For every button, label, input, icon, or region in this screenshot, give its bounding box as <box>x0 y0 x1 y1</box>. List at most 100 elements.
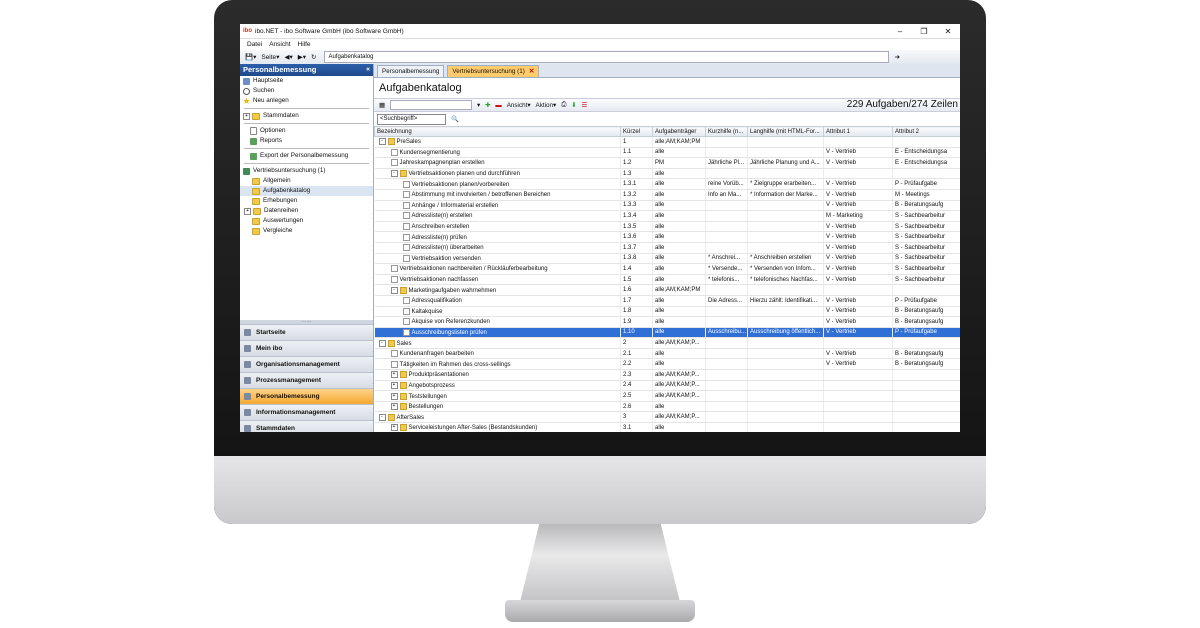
menu-ansicht[interactable]: Ansicht <box>269 41 290 48</box>
option-optionen[interactable]: Optionen <box>240 126 373 136</box>
outline-icon[interactable]: ☰ <box>582 102 588 109</box>
nav-item-4[interactable]: Personalbemessung <box>240 388 373 404</box>
table-row[interactable]: Kundensegmentierung 1.1 alle V - Vertrieb E … <box>374 147 960 159</box>
expand-icon[interactable]: + <box>243 112 250 120</box>
table-row[interactable]: Tätigkeiten im Rahmen des cross-sellings… <box>374 358 960 371</box>
expand-icon[interactable]: + <box>244 207 251 215</box>
forward-icon[interactable]: ▶▾ <box>298 53 306 61</box>
table-row[interactable]: + Bestellungen 2.6 alle <box>374 401 960 413</box>
tab-vertriebsuntersuchung[interactable]: Vertriebsuntersuchung (1) ✕ <box>447 65 540 77</box>
quick-hauptseite[interactable]: Hauptseite <box>240 76 373 86</box>
collapse-icon[interactable]: - <box>390 170 398 178</box>
table-row[interactable]: - AfterSales 3 alle;AM;KAM;P... <box>374 411 960 424</box>
table-row[interactable]: Vertriebsaktionen nachfassen 1.5 alle * tel… <box>374 274 960 286</box>
tree-item-vergleiche[interactable]: Vergleiche <box>240 226 373 236</box>
table-row[interactable]: Kundenanfragen bearbeiten 2.1 alle V - Vert… <box>374 348 960 360</box>
tree-stammdaten[interactable]: + Stammdaten <box>240 111 373 121</box>
app-logo: ibo <box>243 28 252 34</box>
table-row[interactable]: Anschreiben erstellen 1.3.5 alle V - Vertri… <box>374 221 960 233</box>
back-icon[interactable]: ◀▾ <box>284 53 292 61</box>
tree-item-erhebungen[interactable]: Erhebungen <box>240 196 373 206</box>
table-row[interactable]: Adressliste(n) überarbeiten 1.3.7 alle V - … <box>374 242 960 254</box>
export-item[interactable]: Export der Personalbemessung <box>240 151 373 161</box>
table-row[interactable]: Adressqualifikation 1.7 alle Die Adress... H… <box>374 295 960 307</box>
table-row[interactable]: - Sales 2 alle;AM;KAM;P... <box>374 337 960 349</box>
table-row[interactable]: Akquise von Referenzkunden 1.9 alle V - Ver… <box>374 316 960 328</box>
ansicht-button[interactable]: Ansicht ▾ <box>507 102 531 109</box>
expand-icon[interactable]: + <box>390 403 398 411</box>
table-cell: E - Entscheidungsa <box>892 157 960 169</box>
menu-hilfe[interactable]: Hilfe <box>298 41 311 48</box>
restore-icon[interactable]: ❐ <box>912 27 936 36</box>
view-icon[interactable]: ▦ <box>379 102 385 109</box>
table-row[interactable]: Anhänge / Informaterial erstellen 1.3.3 al… <box>374 200 960 212</box>
minimize-icon[interactable]: – <box>888 27 912 36</box>
table-row[interactable]: - Marketingaufgaben wahrnehmen 1.6 alle;AM;… <box>374 284 960 296</box>
table-row[interactable]: + Teststellungen 2.5 alle;AM;KAM;P... <box>374 390 960 402</box>
column-header[interactable]: Aufgabenträger <box>652 126 706 137</box>
nav-item-2[interactable]: Organisationsmanagement <box>240 356 373 372</box>
expand-icon[interactable]: + <box>390 392 398 400</box>
collapse-icon[interactable]: « <box>366 64 370 76</box>
table-row[interactable]: Abstimmung mit involvierten / betroffene… <box>374 189 960 201</box>
column-header[interactable]: Kürzel <box>620 126 653 137</box>
filter-icon[interactable]: ▾ <box>477 102 480 109</box>
refresh-icon[interactable]: ↻ <box>311 53 316 61</box>
tree-item-auswertungen[interactable]: Auswertungen <box>240 216 373 226</box>
option-reports[interactable]: Reports <box>240 136 373 146</box>
table-row[interactable]: Vertriebsaktion versenden 1.3.8 alle * Ansc… <box>374 253 960 265</box>
nav-item-1[interactable]: Mein ibo <box>240 340 373 356</box>
table-row[interactable]: Ausschreibungslisten prüfen 1.10 alle Aussc… <box>374 327 960 339</box>
column-header[interactable]: Bezeichnung <box>374 126 621 137</box>
table-row[interactable]: Adressliste(n) prüfen 1.3.6 alle V - Vertri… <box>374 231 960 243</box>
tree-item-allgemein[interactable]: Allgemein <box>240 176 373 186</box>
nav-item-5[interactable]: Informationsmanagement <box>240 404 373 420</box>
tree-root[interactable]: Vertriebsuntersuchung (1) <box>240 166 373 176</box>
collapse-icon[interactable]: - <box>390 286 398 294</box>
close-tab-icon[interactable]: ✕ <box>529 66 534 77</box>
tree-item-aufgabenkatalog[interactable]: Aufgabenkatalog <box>240 186 373 196</box>
table-cell: 1.3.2 <box>620 189 653 201</box>
table-row[interactable]: - PreSales 1 alle;AM;KAM;PM <box>374 136 960 148</box>
table-row[interactable]: + Produktpräsentationen 2.3 alle;AM;KAM;P..… <box>374 369 960 381</box>
table-row[interactable]: Jahreskampagnenplan erstellen 1.2 PM Jährli… <box>374 157 960 169</box>
search-icon[interactable]: 🔍 <box>451 115 459 123</box>
column-header[interactable]: Attribut 2 <box>892 126 960 137</box>
aktion-button[interactable]: Aktion ▾ <box>536 102 557 109</box>
expand-icon[interactable]: + <box>390 424 398 432</box>
go-icon[interactable]: ➜ <box>894 53 899 61</box>
address-field[interactable]: Aufgabenkatalog <box>324 51 890 63</box>
menu-datei[interactable]: Datei <box>247 41 262 48</box>
tree-item-datenreihen[interactable]: + Datenreihen <box>240 206 373 216</box>
table-row[interactable]: + Serviceleistungen After-Sales (Bestands… <box>374 422 960 432</box>
table-row[interactable]: Adressliste(n) erstellen 1.3.4 alle M - Mar… <box>374 210 960 222</box>
table-row[interactable]: - Vertriebsaktionen planen und durchführe… <box>374 168 960 180</box>
expand-icon[interactable]: + <box>390 371 398 379</box>
close-icon[interactable]: ✕ <box>936 27 960 36</box>
collapse-icon[interactable]: - <box>378 339 386 347</box>
expand-icon[interactable]: + <box>390 381 398 389</box>
collapse-icon[interactable]: - <box>378 413 386 421</box>
column-header[interactable]: Attribut 1 <box>823 126 893 137</box>
collapse-icon[interactable]: - <box>378 138 386 146</box>
table-row[interactable]: + Angebotsprozess 2.4 alle;AM;KAM;P... <box>374 380 960 392</box>
move-down-icon[interactable]: ⬇ <box>571 102 576 109</box>
tab-personalbemessung[interactable]: Personalbemessung <box>377 65 445 77</box>
table-row[interactable]: Kaltakquise 1.8 alle V - Vertrieb B - Beratu… <box>374 306 960 318</box>
table-row[interactable]: Vertriebsaktionen planen/vorbereiten 1.3.… <box>374 178 960 190</box>
column-header[interactable]: Kurzhilfe (n... <box>705 126 748 137</box>
nav-item-3[interactable]: Prozessmanagement <box>240 372 373 388</box>
save-icon[interactable]: 💾▾ <box>245 53 256 61</box>
nav-item-6[interactable]: Stammdaten <box>240 420 373 432</box>
remove-icon[interactable]: ▬ <box>495 102 501 109</box>
column-header[interactable]: Langhilfe (mit HTML-For... <box>747 126 824 137</box>
quick-suchen[interactable]: Suchen <box>240 86 373 96</box>
search-input[interactable]: <Suchbegriff> <box>377 113 446 125</box>
add-icon[interactable]: ✚ <box>485 102 490 109</box>
table-row[interactable]: Vertriebsaktionen nachbereiten / Rückläu… <box>374 263 960 275</box>
seite-button[interactable]: Seite ▾ <box>261 53 279 62</box>
view-select[interactable] <box>389 100 472 110</box>
quick-neu[interactable]: Neu anlegen <box>240 96 373 106</box>
print-icon[interactable]: ⎙ <box>561 101 566 109</box>
nav-item-0[interactable]: Startseite <box>240 324 373 340</box>
